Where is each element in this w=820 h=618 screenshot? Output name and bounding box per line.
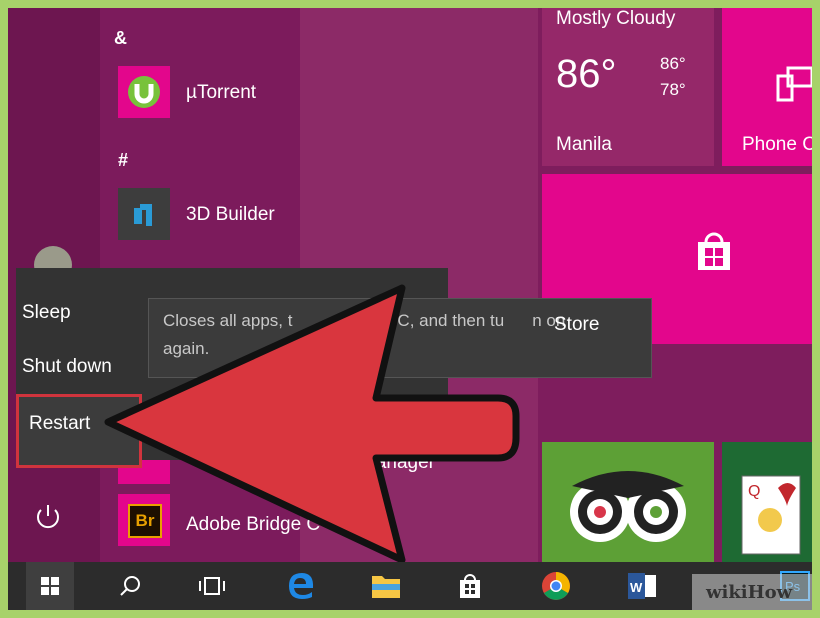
search-icon[interactable] xyxy=(106,562,154,610)
chrome-icon[interactable] xyxy=(532,562,580,610)
section-header-ampersand[interactable]: & xyxy=(114,28,127,49)
store-bag-icon xyxy=(690,228,738,281)
weather-low: 78° xyxy=(660,80,686,99)
phone-companion-tile[interactable]: Phone Co xyxy=(722,8,812,166)
weather-condition: Mostly Cloudy xyxy=(556,8,676,29)
phone-tile-label: Phone Co xyxy=(742,134,812,155)
restart-option[interactable]: Restart xyxy=(16,394,142,468)
tooltip-line1: Closes all apps, t xyxy=(163,311,293,330)
store-tile-label: Store xyxy=(554,314,600,335)
weather-tile[interactable]: Mostly Cloudy 86° 86° 78° Manila xyxy=(542,8,714,166)
svg-text:W: W xyxy=(630,580,643,595)
edge-icon[interactable] xyxy=(276,562,324,610)
tooltip-line2: again. xyxy=(163,339,210,358)
watermark: wikiHow xyxy=(692,574,812,610)
power-icon[interactable] xyxy=(28,496,68,536)
restart-tooltip: Closes all apps, t ne PC, and then tu n on… xyxy=(148,298,652,378)
utorrent-icon[interactable] xyxy=(118,66,170,118)
file-explorer-icon[interactable] xyxy=(362,562,410,610)
adobe-bridge-icon[interactable]: Br xyxy=(118,494,170,546)
app-label-utorrent[interactable]: µTorrent xyxy=(186,82,256,104)
app-label-3d-builder[interactable]: 3D Builder xyxy=(186,204,275,226)
svg-text:Q: Q xyxy=(748,483,760,500)
task-view-icon[interactable] xyxy=(188,562,236,610)
shut-down-option[interactable]: Shut down xyxy=(22,356,112,378)
tooltip-line1-right: ne PC, and then tu xyxy=(362,311,505,330)
sleep-option[interactable]: Sleep xyxy=(22,302,71,324)
bridge-badge: Br xyxy=(128,504,162,538)
weather-temp: 86° xyxy=(556,52,617,96)
tripadvisor-tile[interactable] xyxy=(542,442,714,562)
3d-builder-icon[interactable] xyxy=(118,188,170,240)
weather-city: Manila xyxy=(556,134,612,155)
app-label-adobe-bridge[interactable]: Adobe Bridge C xyxy=(186,514,320,536)
desktop-screen: & µTorrent # 3D Builder Manager Br Adobe… xyxy=(8,8,812,610)
taskbar-store-icon[interactable] xyxy=(446,562,494,610)
taskbar: W Ps wikiHow xyxy=(8,562,812,610)
start-icon[interactable] xyxy=(26,562,74,610)
section-header-hash[interactable]: # xyxy=(118,150,128,171)
solitaire-tile[interactable]: Q xyxy=(722,442,812,562)
phone-icon xyxy=(776,66,812,111)
word-icon[interactable]: W xyxy=(618,562,666,610)
restart-label: Restart xyxy=(29,413,91,434)
weather-high: 86° xyxy=(660,54,686,73)
